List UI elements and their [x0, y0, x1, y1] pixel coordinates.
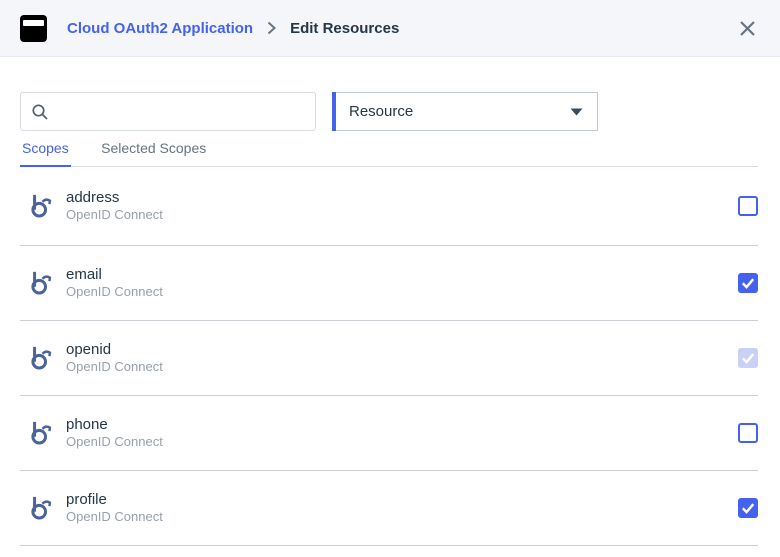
checkmark-icon	[741, 502, 755, 514]
scope-provider: OpenID Connect	[66, 434, 163, 450]
scope-row: profile OpenID Connect	[20, 471, 758, 546]
toolbar: Resource	[20, 92, 760, 131]
scope-text: phone OpenID Connect	[66, 416, 163, 450]
scope-name: address	[66, 189, 163, 207]
close-button[interactable]	[735, 16, 760, 41]
search-box	[20, 92, 316, 131]
edit-resources-dialog: Cloud OAuth2 Application Edit Resources …	[0, 0, 780, 557]
tab-scopes[interactable]: Scopes	[20, 140, 71, 167]
app-window-icon-bar	[23, 20, 44, 26]
checkmark-icon	[741, 277, 755, 289]
checkmark-icon	[741, 352, 755, 364]
scope-name: email	[66, 266, 163, 284]
breadcrumb-app-link[interactable]: Cloud OAuth2 Application	[67, 20, 253, 37]
search-icon	[31, 103, 49, 121]
resource-select[interactable]: Resource	[332, 92, 598, 131]
openid-connect-icon	[28, 419, 56, 447]
resource-select-value: Resource	[349, 103, 413, 120]
openid-connect-icon	[28, 269, 56, 297]
app-window-icon	[20, 15, 47, 42]
scope-text: email OpenID Connect	[66, 266, 163, 300]
scope-checkbox[interactable]	[738, 498, 758, 518]
scope-row: phone OpenID Connect	[20, 396, 758, 471]
scope-row: email OpenID Connect	[20, 246, 758, 321]
scope-provider: OpenID Connect	[66, 359, 163, 375]
openid-connect-icon	[28, 192, 56, 220]
scope-checkbox	[738, 348, 758, 368]
close-icon	[739, 20, 756, 37]
tab-selected-scopes[interactable]: Selected Scopes	[99, 140, 208, 167]
scope-row: openid OpenID Connect	[20, 321, 758, 396]
tabs-bar: Scopes Selected Scopes	[20, 140, 758, 167]
scope-text: openid OpenID Connect	[66, 341, 163, 375]
scopes-list: address OpenID Connect email OpenID Conn…	[20, 166, 758, 546]
scope-checkbox[interactable]	[738, 423, 758, 443]
scope-text: address OpenID Connect	[66, 189, 163, 223]
chevron-right-icon	[267, 21, 276, 35]
scope-row: address OpenID Connect	[20, 166, 758, 246]
resource-select-accent-bar	[332, 92, 336, 131]
scope-checkbox[interactable]	[738, 273, 758, 293]
scope-provider: OpenID Connect	[66, 284, 163, 300]
scope-provider: OpenID Connect	[66, 509, 163, 525]
openid-connect-icon	[28, 494, 56, 522]
scope-name: phone	[66, 416, 163, 434]
search-input[interactable]	[57, 104, 305, 120]
caret-down-icon	[570, 108, 583, 116]
dialog-header: Cloud OAuth2 Application Edit Resources	[0, 0, 780, 57]
scope-name: openid	[66, 341, 163, 359]
page-title: Edit Resources	[290, 20, 399, 37]
scope-text: profile OpenID Connect	[66, 491, 163, 525]
scope-provider: OpenID Connect	[66, 207, 163, 223]
scope-name: profile	[66, 491, 163, 509]
openid-connect-icon	[28, 344, 56, 372]
scope-checkbox[interactable]	[738, 196, 758, 216]
